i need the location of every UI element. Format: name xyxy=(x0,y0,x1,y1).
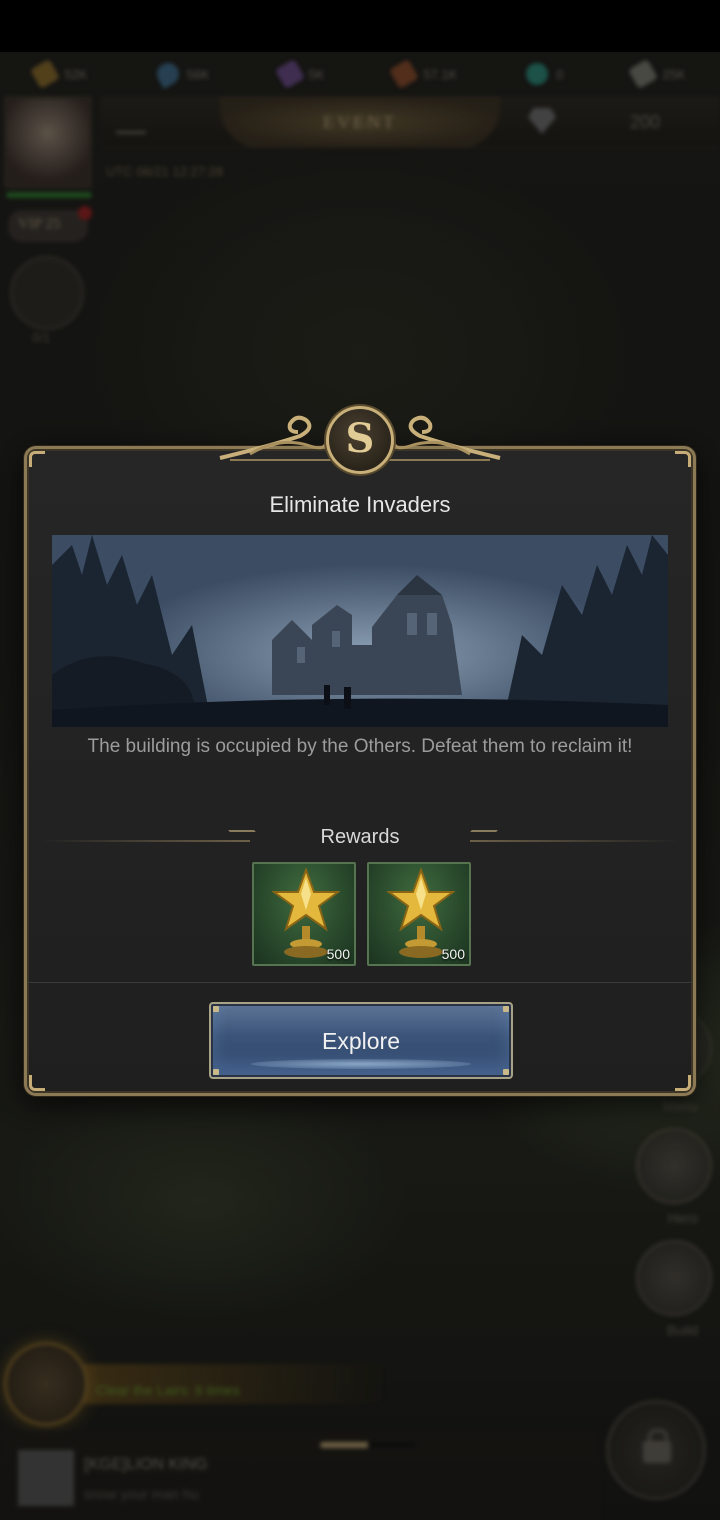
dialog-description: The building is occupied by the Others. … xyxy=(87,736,633,757)
frame-corner xyxy=(675,1075,691,1091)
reward-item[interactable]: 500 xyxy=(367,862,471,966)
button-rivet xyxy=(503,1069,509,1075)
reward-item[interactable]: 500 xyxy=(252,862,356,966)
reward-quantity: 500 xyxy=(441,946,465,962)
button-rivet xyxy=(503,1006,509,1012)
button-rivet xyxy=(213,1069,219,1075)
haunted-manor-image xyxy=(52,535,668,727)
button-rivet xyxy=(213,1006,219,1012)
dialog-divider xyxy=(27,982,693,983)
crest-medallion: S xyxy=(326,406,394,474)
crest-letter: S xyxy=(345,415,375,462)
frame-corner xyxy=(29,451,45,467)
explore-button-label: Explore xyxy=(322,1028,400,1054)
frame-corner xyxy=(29,1075,45,1091)
status-bar xyxy=(0,0,720,52)
dialog-title: Eliminate Invaders xyxy=(269,492,451,517)
frame-corner xyxy=(675,451,691,467)
button-glint xyxy=(251,1059,471,1069)
mission-illustration xyxy=(52,535,668,727)
rewards-divider-right xyxy=(470,840,680,842)
rewards-label: Rewards xyxy=(320,826,400,848)
reward-quantity: 500 xyxy=(326,946,350,962)
explore-button[interactable]: Explore xyxy=(209,1002,513,1079)
